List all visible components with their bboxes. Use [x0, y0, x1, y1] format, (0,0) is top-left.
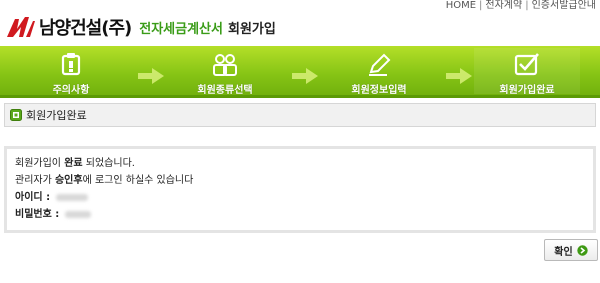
confirm-button-label: 확인	[554, 246, 573, 258]
step-arrow-icon	[292, 68, 318, 84]
redacted-user-id	[56, 193, 89, 201]
step-label: 주의사항	[52, 85, 90, 96]
signup-complete-message: 회원가입이 완료 되었습니다. 관리자가 승인후에 로그인 하실수 있습니다 아…	[4, 146, 596, 233]
password-row: 비밀번호 :	[15, 206, 585, 223]
signup-steps-banner: 주의사항 회원종류선택 회원정보입력 회원가입완료	[0, 46, 600, 98]
page-header: 남양건설(주) 전자세금계산서 회원가입	[6, 14, 276, 40]
redacted-password	[65, 210, 92, 218]
message-text: 회원가입이	[15, 158, 65, 169]
section-title: 회원가입완료	[26, 109, 87, 122]
top-utility-links: HOME | 전자계약 | 인증서발급안내	[446, 0, 596, 12]
approval-message-line: 관리자가 승인후에 로그인 하실수 있습니다	[15, 172, 585, 189]
password-label: 비밀번호 :	[15, 209, 60, 220]
arrow-circle-icon	[577, 244, 588, 256]
user-id-row: 아이디 :	[15, 189, 585, 206]
page-title: 회원가입	[228, 21, 276, 37]
users-icon	[213, 54, 237, 76]
step-label: 회원종류선택	[197, 85, 253, 96]
e-contract-link[interactable]: 전자계약	[485, 0, 522, 11]
step-member-type: 회원종류선택	[180, 46, 270, 98]
user-id-label: 아이디 :	[15, 192, 51, 203]
message-text: 에 로그인 하실수 있습니다	[82, 175, 194, 186]
checkbox-icon	[514, 53, 539, 76]
section-title-bar: 회원가입완료	[4, 103, 596, 127]
step-signup-complete: 회원가입완료	[474, 46, 580, 98]
step-arrow-icon	[138, 68, 164, 84]
home-link[interactable]: HOME	[446, 0, 476, 11]
confirm-button[interactable]: 확인	[544, 239, 598, 261]
pencil-icon	[369, 53, 391, 76]
message-text: 되었습니다.	[82, 158, 135, 169]
link-separator: |	[479, 0, 483, 11]
certificate-guide-link[interactable]: 인증서발급안내	[532, 0, 596, 11]
message-text: 관리자가	[15, 175, 55, 186]
step-arrow-icon	[446, 68, 472, 84]
step-notice: 주의사항	[26, 46, 116, 98]
step-label: 회원정보입력	[351, 85, 407, 96]
company-logo-icon	[7, 17, 35, 37]
section-bullet-icon	[10, 109, 22, 121]
link-separator: |	[525, 0, 529, 11]
step-member-info: 회원정보입력	[334, 46, 424, 98]
notice-icon	[61, 53, 81, 76]
message-emphasis: 완료	[64, 158, 83, 169]
complete-message-line: 회원가입이 완료 되었습니다.	[15, 155, 585, 172]
message-emphasis: 승인후	[54, 175, 83, 186]
step-label: 회원가입완료	[499, 85, 555, 96]
service-title: 전자세금계산서	[139, 21, 223, 37]
company-name: 남양건설(주)	[39, 18, 132, 39]
